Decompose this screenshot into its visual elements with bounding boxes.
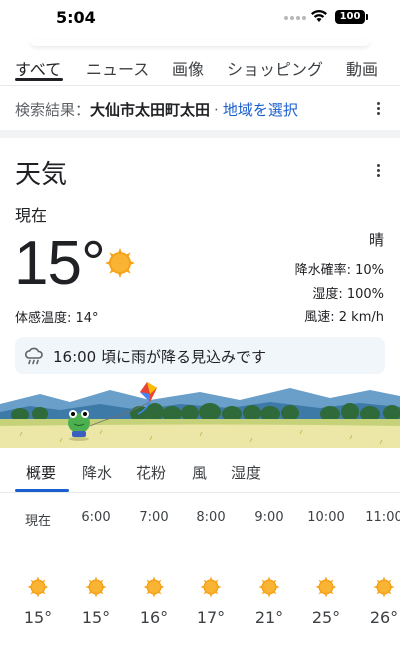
sun-icon <box>27 576 49 598</box>
location-place: 大仙市太田町太田 <box>90 101 211 119</box>
hourly-item[interactable]: 8:00 17° <box>181 510 241 627</box>
tab-news[interactable]: ニュース <box>86 56 149 80</box>
active-tab-indicator <box>15 78 63 81</box>
hourly-temp: 25° <box>311 608 341 627</box>
hourly-item[interactable]: 現在 15° <box>8 510 68 627</box>
hourly-time: 現在 <box>24 514 51 529</box>
weather-illustration <box>0 376 400 448</box>
hourly-time: 7:00 <box>139 510 169 525</box>
precip-chance: 降水確率: 10% <box>294 263 384 278</box>
sun-icon <box>373 576 395 598</box>
section-separator <box>0 130 400 138</box>
sun-icon <box>143 576 165 598</box>
tab-images[interactable]: 画像 <box>172 56 204 80</box>
tab-pollen[interactable]: 花粉 <box>136 462 166 483</box>
choose-region-link[interactable]: 地域を選択 <box>223 101 298 119</box>
hourly-time: 9:00 <box>254 510 284 525</box>
tab-videos[interactable]: 動画 <box>346 56 378 80</box>
status-time: 5:04 <box>56 8 96 27</box>
hourly-time: 10:00 <box>307 510 345 525</box>
sun-icon <box>105 248 135 278</box>
hourly-time: 8:00 <box>196 510 226 525</box>
hourly-item[interactable]: 10:00 25° <box>296 510 356 627</box>
rain-alert[interactable]: 16:00 頃に雨が降る見込みです <box>15 337 385 374</box>
tab-precipitation[interactable]: 降水 <box>82 462 112 483</box>
rain-alert-text: 16:00 頃に雨が降る見込みです <box>53 348 266 366</box>
tab-humidity[interactable]: 湿度 <box>231 462 261 483</box>
weather-condition: 晴 <box>368 231 384 249</box>
hourly-time: 6:00 <box>81 510 111 525</box>
location-more-icon[interactable] <box>377 102 381 117</box>
hourly-time: 11:00 <box>365 510 400 525</box>
divider <box>0 85 400 86</box>
tab-shopping[interactable]: ショッピング <box>227 56 323 80</box>
location-prefix: 検索結果： <box>15 101 91 119</box>
weather-more-icon[interactable] <box>377 164 381 179</box>
signal-icon <box>284 16 306 20</box>
status-bar: 5:04 100 <box>0 0 400 40</box>
tab-overview[interactable]: 概要 <box>26 462 56 483</box>
sun-icon <box>315 576 337 598</box>
sun-icon <box>200 576 222 598</box>
hourly-temp: 26° <box>369 608 399 627</box>
humidity: 湿度: 100% <box>312 287 384 302</box>
search-bar-edge <box>30 40 370 46</box>
feels-like: 体感温度: 14° <box>15 311 99 326</box>
hourly-temp: 15° <box>81 608 111 627</box>
divider <box>0 492 400 493</box>
location-separator: · <box>214 101 219 119</box>
weather-title: 天気 <box>15 160 68 190</box>
tab-wind[interactable]: 風 <box>192 462 207 483</box>
wifi-icon <box>311 9 327 22</box>
rain-cloud-icon <box>24 347 43 365</box>
hourly-item[interactable]: 7:00 16° <box>124 510 184 627</box>
tab-all[interactable]: すべて <box>15 56 61 80</box>
battery-icon: 100 <box>335 10 368 24</box>
hourly-temp: 21° <box>254 608 284 627</box>
now-label: 現在 <box>15 206 48 225</box>
hourly-temp: 17° <box>196 608 226 627</box>
current-temperature: 15° <box>14 229 106 298</box>
hourly-temp: 16° <box>139 608 169 627</box>
wind-speed: 風速: 2 km/h <box>304 310 384 325</box>
hourly-item[interactable]: 9:00 21° <box>239 510 299 627</box>
sun-icon <box>85 576 107 598</box>
location-row: 検索結果：大仙市太田町太田 · 地域を選択 <box>15 99 298 120</box>
hourly-item[interactable]: 6:00 15° <box>66 510 126 627</box>
sun-icon <box>258 576 280 598</box>
hourly-item[interactable]: 11:00 26° <box>354 510 400 627</box>
hourly-temp: 15° <box>23 608 53 627</box>
